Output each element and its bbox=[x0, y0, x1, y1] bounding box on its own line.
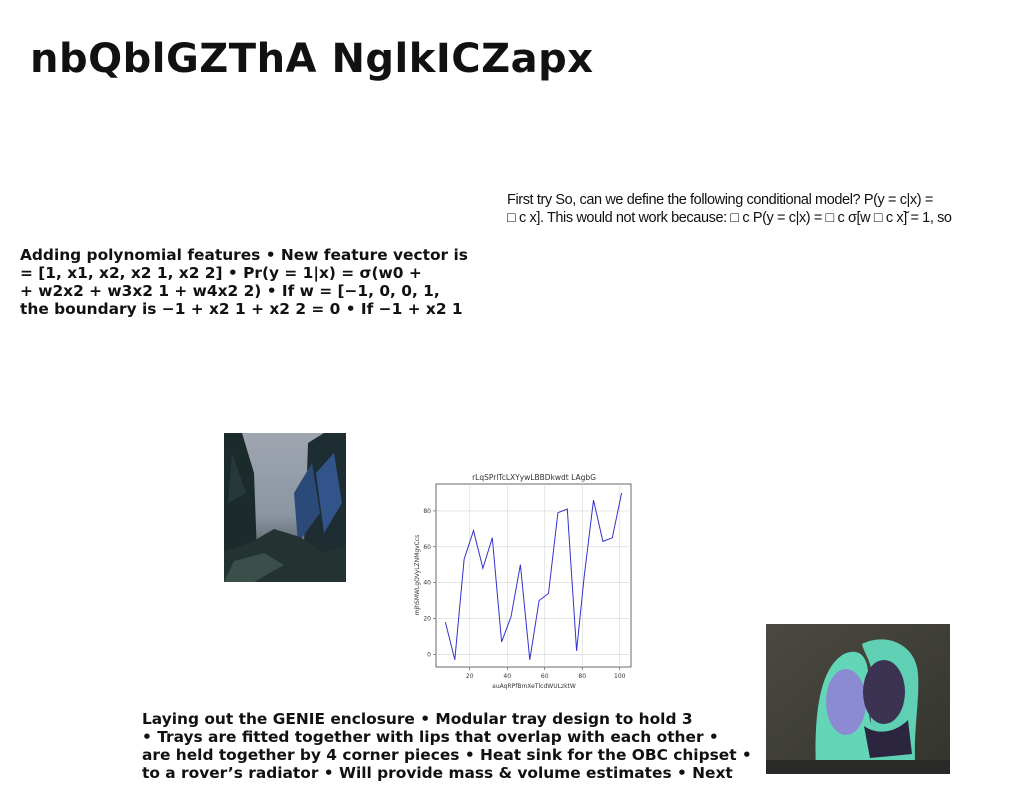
y-axis-label: mjhSMWLgOVyLZNMgvCcs bbox=[414, 535, 421, 616]
line-chart: rLqSPrlTcLXYywLBBDkwdt LAgbG 20 40 60 80 100… bbox=[412, 468, 640, 692]
text-line: Laying out the GENIE enclosure • Modular… bbox=[142, 710, 693, 728]
x-tick-label: 80 bbox=[578, 673, 586, 680]
chart-title: rLqSPrlTcLXYywLBBDkwdt LAgbG bbox=[472, 473, 596, 482]
y-tick-label: 20 bbox=[423, 616, 431, 623]
x-axis-label: auAqRPfBmXeTlcdWULzktW bbox=[492, 683, 576, 690]
genie-enclosure-text: Laying out the GENIE enclosure • Modular… bbox=[142, 710, 762, 782]
text-line: = [1, x1, x2, x2 1, x2 2] • Pr(y = 1|x) … bbox=[20, 264, 422, 282]
y-tick-label: 40 bbox=[423, 580, 431, 587]
x-tick-label: 60 bbox=[541, 673, 549, 680]
text-line: + w2x2 + w3x2 1 + w4x2 2) • If w = [−1, … bbox=[20, 282, 440, 300]
polynomial-features-text: Adding polynomial features • New feature… bbox=[20, 246, 500, 318]
x-tick-label: 40 bbox=[503, 673, 511, 680]
x-tick-label: 100 bbox=[614, 673, 626, 680]
text-line: Adding polynomial features • New feature… bbox=[20, 246, 468, 264]
portrait-photo bbox=[766, 624, 950, 774]
plot-area bbox=[435, 483, 632, 668]
conditional-model-text: First try So, can we define the followin… bbox=[507, 191, 1024, 227]
y-tick-label: 80 bbox=[423, 508, 431, 515]
forest-photo bbox=[224, 433, 346, 582]
text-line: to a rover’s radiator • Will provide mas… bbox=[142, 764, 733, 782]
text-line: are held together by 4 corner pieces • H… bbox=[142, 746, 752, 764]
text-line: • Trays are fitted together with lips th… bbox=[142, 728, 719, 746]
x-tick-label: 20 bbox=[466, 673, 474, 680]
y-tick-label: 0 bbox=[427, 651, 431, 658]
text-line: the boundary is −1 + x2 1 + x2 2 = 0 • I… bbox=[20, 300, 463, 318]
page-title: nbQblGZThA NglkICZapx bbox=[30, 36, 594, 82]
text-line: First try So, can we define the followin… bbox=[507, 192, 933, 208]
y-tick-label: 60 bbox=[423, 544, 431, 551]
text-line: □ c x]. This would not work because: □ c… bbox=[507, 210, 952, 226]
